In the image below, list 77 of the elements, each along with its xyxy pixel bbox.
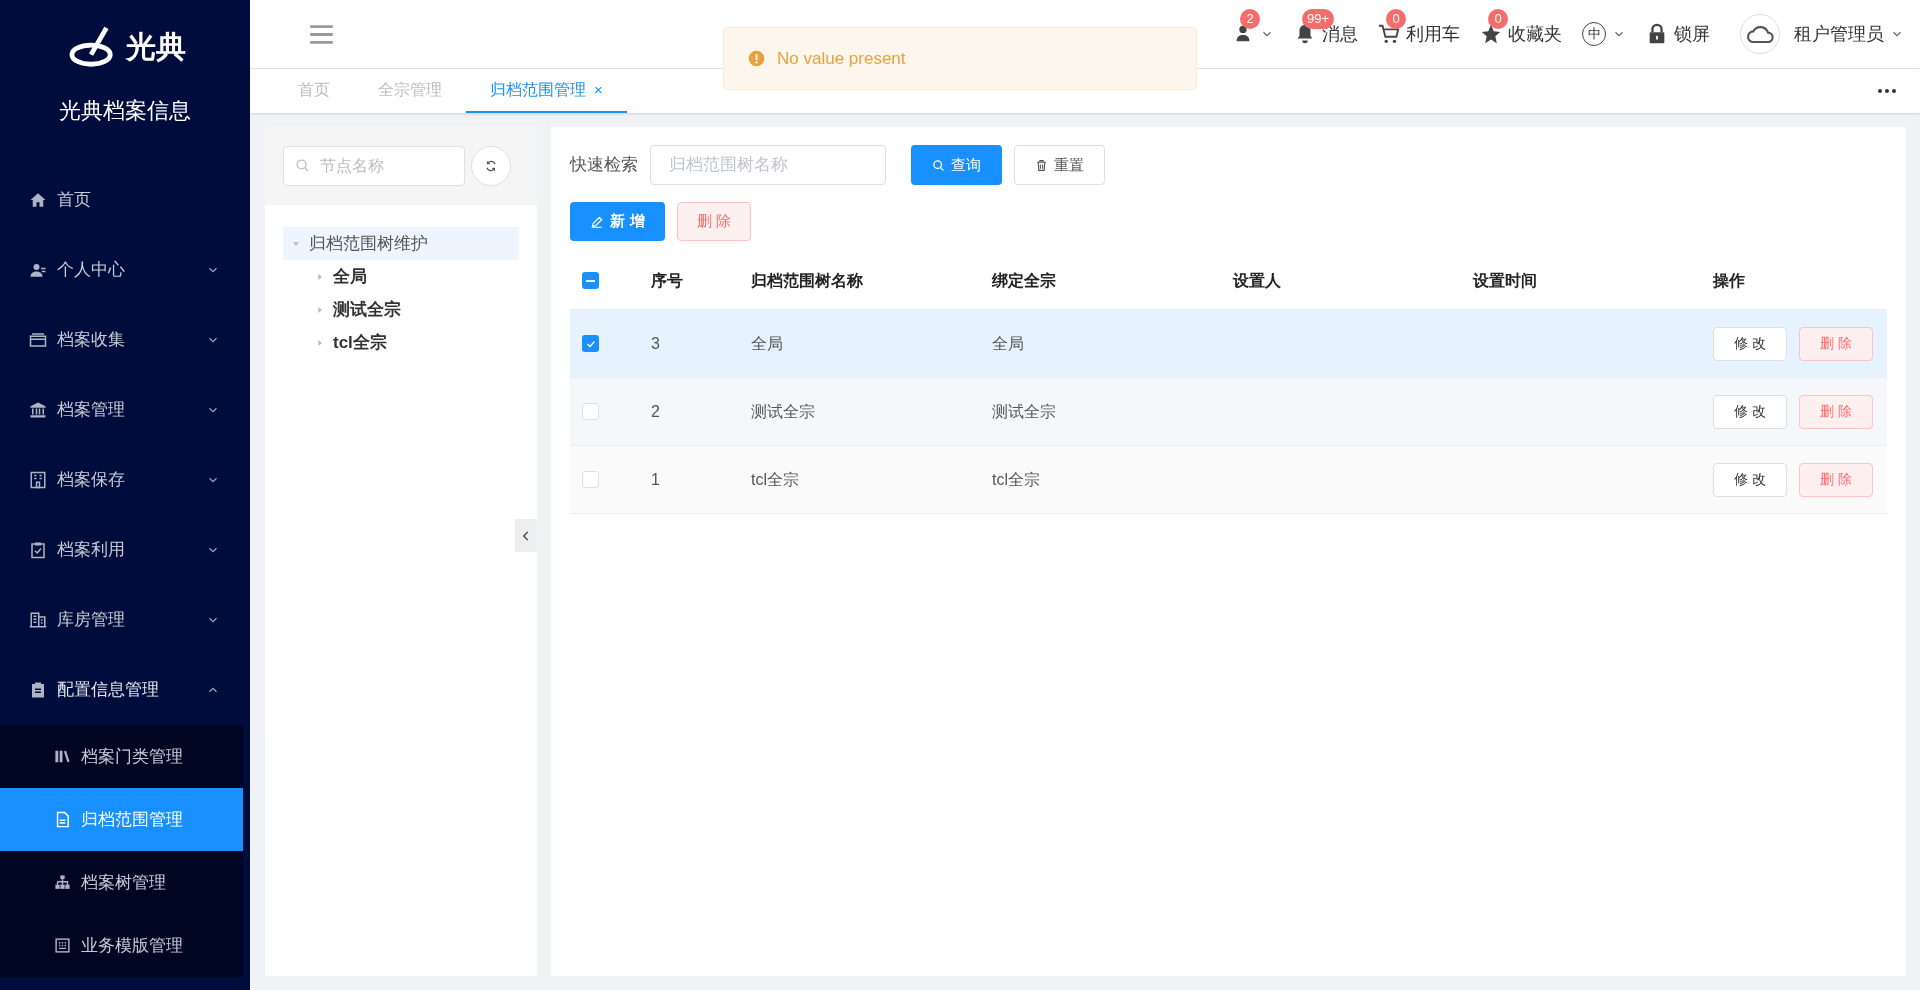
tree-node[interactable]: tcl全宗 bbox=[283, 326, 519, 359]
clipboard-icon bbox=[29, 681, 47, 699]
house-icon bbox=[29, 191, 47, 209]
table-cell-text: tcl全宗 bbox=[751, 469, 800, 490]
building-icon bbox=[29, 471, 47, 489]
submenu-item[interactable]: 档案树管理 bbox=[0, 851, 243, 914]
table-row[interactable]: 2 测试全宗 测试全宗 修 改 删 除 bbox=[570, 377, 1887, 445]
filter-label: 快速检索 bbox=[570, 154, 638, 177]
search-icon bbox=[295, 158, 310, 173]
warning-icon bbox=[748, 50, 765, 67]
column-header: 设置时间 bbox=[1473, 270, 1538, 291]
sidebar-item[interactable]: 库房管理 bbox=[0, 585, 250, 655]
sidebar-item[interactable]: 配置信息管理 bbox=[0, 655, 250, 725]
column-header: 操作 bbox=[1713, 270, 1746, 291]
edit-button[interactable]: 修 改 bbox=[1713, 462, 1787, 497]
sidebar-item[interactable]: 档案收集 bbox=[0, 305, 250, 375]
tree-node[interactable]: 测试全宗 bbox=[283, 293, 519, 326]
count-badge: 0 bbox=[1488, 9, 1508, 29]
app-title: 光典档案信息 bbox=[58, 97, 192, 125]
hierarchy-icon bbox=[54, 874, 71, 891]
clipboard-check-icon bbox=[29, 541, 47, 559]
input-field[interactable]: 归档范围树名称 bbox=[650, 145, 886, 185]
keyboard-icon bbox=[54, 937, 71, 954]
star-icon bbox=[1480, 23, 1502, 45]
submenu-item[interactable]: 档案门类管理 bbox=[0, 725, 243, 788]
table-cell-text: 测试全宗 bbox=[992, 401, 1057, 422]
column-header: 绑定全宗 bbox=[992, 270, 1057, 291]
collapse-button[interactable] bbox=[515, 519, 537, 552]
header-link[interactable]: 锁屏 bbox=[1674, 20, 1710, 48]
column-header: 序号 bbox=[651, 270, 684, 291]
table-cell-text: 2 bbox=[651, 401, 661, 422]
user-name[interactable]: 租户管理员 bbox=[1794, 20, 1884, 48]
checkbox[interactable] bbox=[582, 471, 599, 488]
refresh-button[interactable] bbox=[471, 146, 511, 186]
search-field[interactable]: 节点名称 bbox=[283, 146, 465, 186]
table-cell-text: 1 bbox=[651, 469, 661, 490]
tray-icon bbox=[29, 331, 47, 349]
tree-node[interactable]: 归档范围树维护 bbox=[283, 227, 519, 260]
submenu-item[interactable]: 业务模版管理 bbox=[0, 914, 243, 977]
table-cell-text: 全局 bbox=[992, 333, 1025, 354]
checkbox[interactable] bbox=[582, 403, 599, 420]
checkbox[interactable] bbox=[582, 335, 599, 352]
toast-text: No value present bbox=[777, 47, 906, 70]
sidebar-item[interactable]: 档案保存 bbox=[0, 445, 250, 515]
sidebar-item[interactable]: 个人中心 bbox=[0, 235, 250, 305]
sidebar-item[interactable]: 首页 bbox=[0, 165, 250, 235]
pencil-icon bbox=[590, 214, 605, 229]
column-header: 归档范围树名称 bbox=[751, 270, 864, 291]
header-link[interactable]: 利用车 bbox=[1406, 20, 1460, 48]
sidebar-item[interactable]: 档案利用 bbox=[0, 515, 250, 585]
header-link[interactable]: 收藏夹 bbox=[1508, 20, 1562, 48]
edit-button[interactable]: 修 改 bbox=[1713, 326, 1787, 361]
column-header: 设置人 bbox=[1233, 270, 1282, 291]
bank-icon bbox=[29, 401, 47, 419]
search-icon bbox=[932, 158, 945, 172]
checkbox[interactable] bbox=[582, 272, 599, 289]
trash-icon bbox=[1035, 158, 1048, 172]
tree-node[interactable]: 全局 bbox=[283, 260, 519, 293]
brand-name: 光典 bbox=[126, 32, 186, 62]
building-icon bbox=[29, 611, 47, 629]
books-icon bbox=[54, 748, 71, 765]
edit-button[interactable]: 修 改 bbox=[1713, 394, 1787, 429]
table-cell-text: 测试全宗 bbox=[751, 401, 816, 422]
reset-button[interactable]: 重置 bbox=[1014, 145, 1105, 185]
more-icon[interactable] bbox=[1878, 89, 1896, 93]
user-icon bbox=[29, 261, 47, 279]
table-row[interactable]: 3 全局 全局 修 改 删 除 bbox=[570, 309, 1887, 377]
document-icon bbox=[54, 811, 71, 828]
refresh-icon bbox=[484, 159, 498, 173]
count-badge: 0 bbox=[1386, 9, 1406, 29]
table-cell-text: 全局 bbox=[751, 333, 784, 354]
table-cell-text: 3 bbox=[651, 333, 661, 354]
cart-icon bbox=[1378, 23, 1400, 45]
count-badge: 2 bbox=[1240, 9, 1260, 29]
sidebar-item[interactable]: 档案管理 bbox=[0, 375, 250, 445]
table-cell-text: tcl全宗 bbox=[992, 469, 1041, 490]
table-row[interactable]: 1 tcl全宗 tcl全宗 修 改 删 除 bbox=[570, 445, 1887, 513]
